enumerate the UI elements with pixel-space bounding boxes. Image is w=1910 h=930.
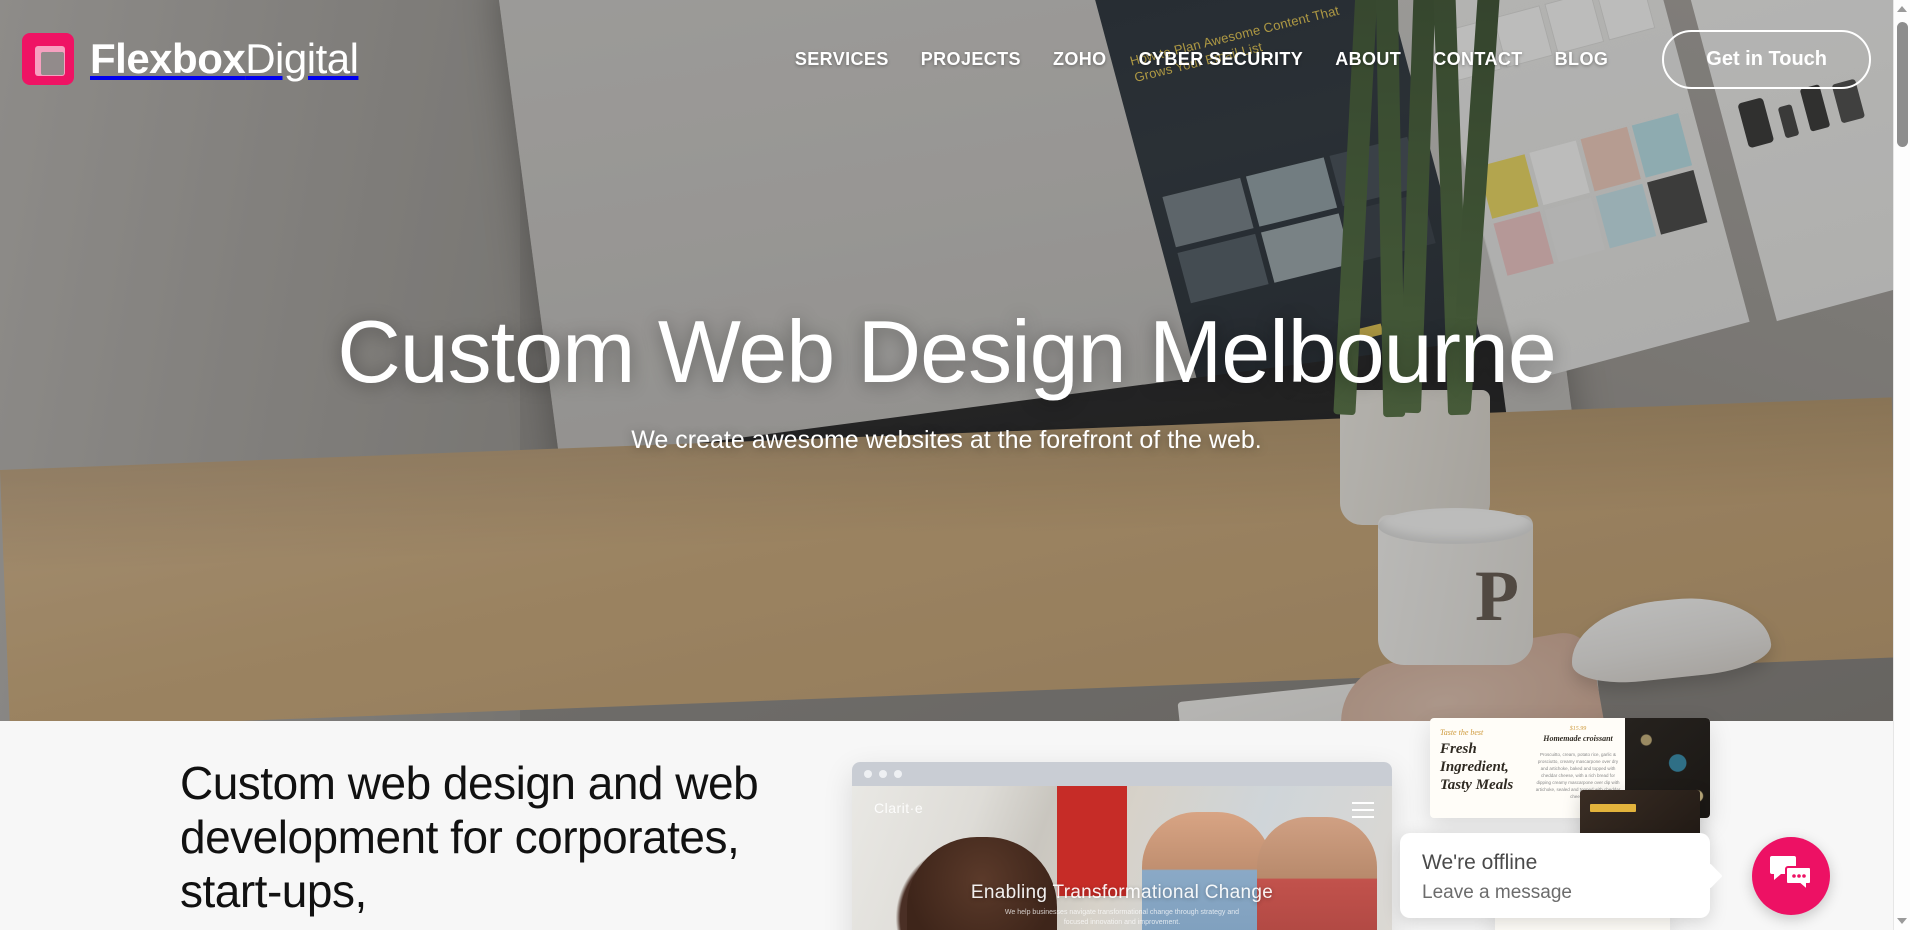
browser-screenshot: Clarit·e Enabling Transformational Chang… xyxy=(852,786,1392,930)
chat-status-text: We're offline xyxy=(1422,851,1538,874)
page-root: How to Plan Awesome Content That Grows Y… xyxy=(0,0,1910,930)
nav-item-services[interactable]: SERVICES xyxy=(795,49,889,70)
nav-item-blog[interactable]: BLOG xyxy=(1555,49,1609,70)
scrollbar-thumb[interactable] xyxy=(1897,22,1908,147)
brand-name-bold: Flexbox xyxy=(90,35,246,82)
intro-heading: Custom web design and web development fo… xyxy=(180,757,759,917)
chat-bubbles-icon xyxy=(1769,854,1813,899)
food-card-left: Taste the best Fresh Ingredient, Tasty M… xyxy=(1430,718,1535,818)
chat-prompt-text: Leave a message xyxy=(1422,882,1572,903)
nav-item-cyber-security[interactable]: CYBER SECURITY xyxy=(1139,49,1304,70)
scroll-up-arrow-icon[interactable] xyxy=(1897,6,1907,12)
shot-site-logo: Clarit·e xyxy=(874,800,924,816)
nav-item-about[interactable]: ABOUT xyxy=(1335,49,1401,70)
shot-hamburger-menu-icon xyxy=(1352,802,1374,818)
browser-dot-close-icon xyxy=(864,770,872,778)
hero-title: Custom Web Design Melbourne xyxy=(337,301,1557,401)
brand-logo-link[interactable]: FlexboxDigital xyxy=(22,33,359,85)
browser-titlebar xyxy=(852,762,1392,786)
browser-dot-minimize-icon xyxy=(879,770,887,778)
shot-red-wall xyxy=(1057,786,1127,896)
brand-name-light: Digital xyxy=(245,35,359,82)
food-card-title: Fresh Ingredient, Tasty Meals xyxy=(1440,741,1514,793)
shot-person-man-2 xyxy=(1257,817,1377,930)
site-header: FlexboxDigital SERVICES PROJECTS ZOHO CY… xyxy=(0,0,1893,118)
nav-item-zoho[interactable]: ZOHO xyxy=(1053,49,1107,70)
browser-dot-maximize-icon xyxy=(894,770,902,778)
primary-navigation: SERVICES PROJECTS ZOHO CYBER SECURITY AB… xyxy=(795,29,1871,89)
nav-item-projects[interactable]: PROJECTS xyxy=(921,49,1021,70)
page-scrollbar[interactable] xyxy=(1893,0,1910,930)
chat-launcher-button[interactable] xyxy=(1752,837,1830,915)
browser-mockup-card: Clarit·e Enabling Transformational Chang… xyxy=(852,762,1392,930)
shot-headline: Enabling Transformational Change xyxy=(970,882,1274,903)
nav-item-contact[interactable]: CONTACT xyxy=(1433,49,1522,70)
food-card-kicker: Taste the best xyxy=(1440,728,1484,737)
shot-body-text: We help businesses navigate transformati… xyxy=(1004,909,1240,926)
food-card-dish-name: Homemade croissant xyxy=(1543,734,1613,743)
get-in-touch-button[interactable]: Get in Touch xyxy=(1662,29,1871,89)
flexbox-logo-icon xyxy=(22,33,74,85)
hero-subtitle: We create awesome websites at the forefr… xyxy=(631,426,1262,455)
chat-offline-tooltip[interactable]: We're offline Leave a message xyxy=(1400,833,1710,918)
food-card-price: $15.99 xyxy=(1569,726,1587,732)
scroll-down-arrow-icon[interactable] xyxy=(1897,918,1907,924)
brand-name: FlexboxDigital xyxy=(90,35,359,82)
